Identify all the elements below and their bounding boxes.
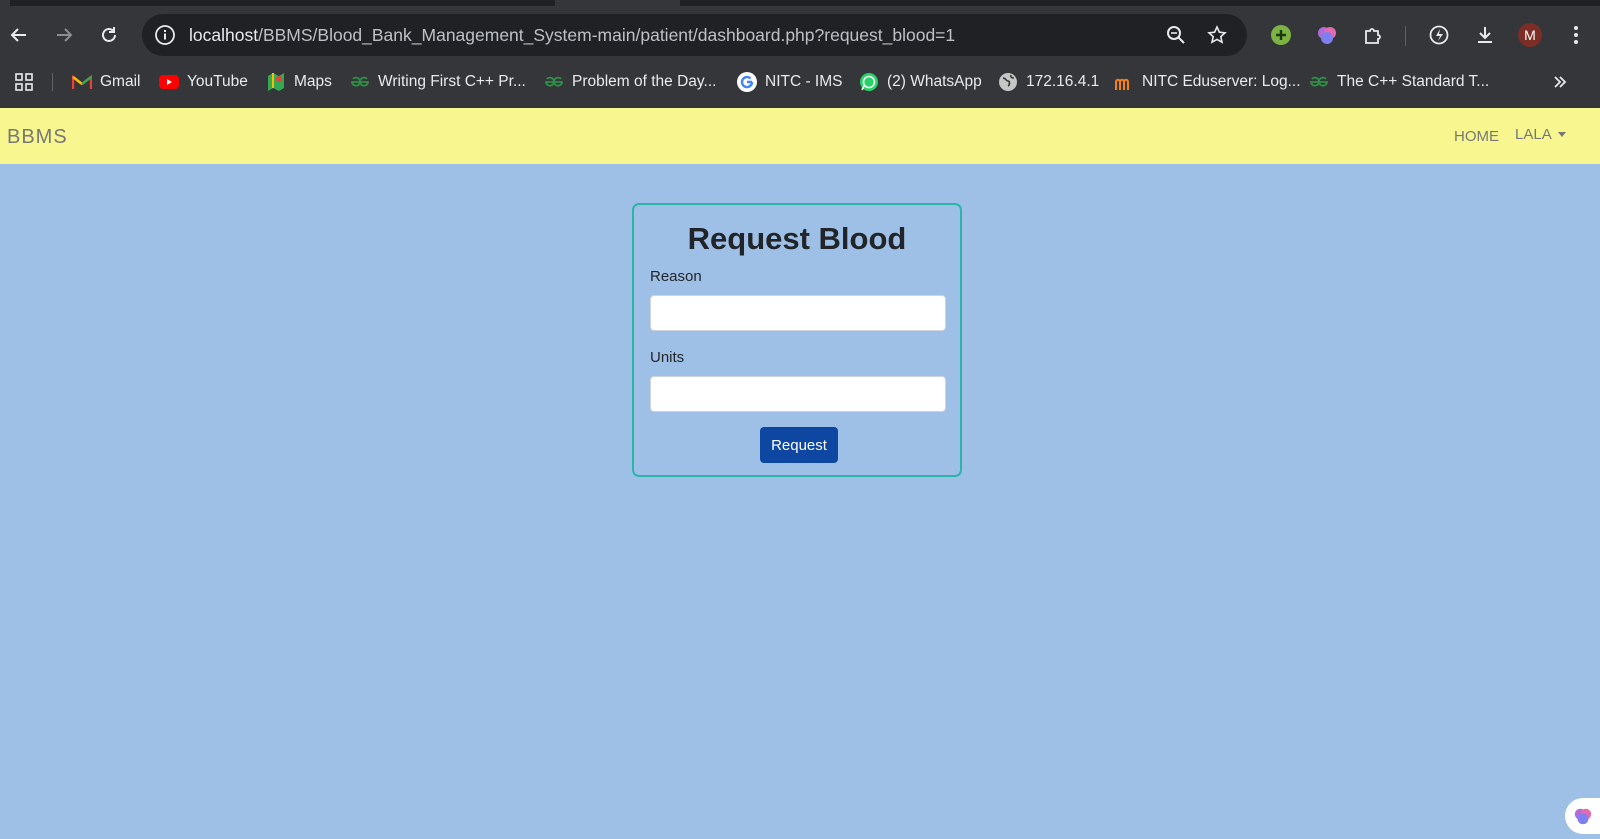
profile-avatar[interactable]: M (1518, 23, 1542, 47)
bookmark-label: The C++ Standard T... (1337, 73, 1490, 90)
address-bar[interactable]: localhost/BBMS/Blood_Bank_Management_Sys… (142, 14, 1247, 56)
request-button[interactable]: Request (760, 427, 838, 463)
bookmark-172-16-4-1[interactable]: 172.16.4.1 (998, 65, 1099, 99)
form-title: Request Blood (687, 221, 907, 256)
whatsapp-icon (859, 72, 879, 92)
zoom-icon[interactable] (1165, 24, 1187, 46)
toolbar-divider (1405, 26, 1406, 46)
gmail-icon (72, 72, 92, 92)
tab-strip (10, 0, 555, 6)
reload-button[interactable] (96, 22, 122, 48)
request-blood-form: Request Blood Reason Units Request (632, 203, 962, 477)
google-icon (737, 72, 757, 92)
reason-label: Reason (650, 268, 702, 285)
double-chevron-right-icon (1550, 72, 1570, 92)
nav-home-link[interactable]: HOME (1454, 128, 1499, 145)
maps-icon (266, 72, 286, 92)
bookmark-label: NITC Eduserver: Log... (1142, 73, 1301, 90)
bookmark-label: NITC - IMS (765, 73, 843, 90)
gfg-icon (1309, 72, 1329, 92)
gfg-icon (350, 72, 370, 92)
extension-add-icon[interactable] (1268, 22, 1294, 48)
extensions-puzzle-icon[interactable] (1360, 22, 1386, 48)
bookmark-star-icon[interactable] (1206, 24, 1228, 46)
bookmark-cpp-standard[interactable]: The C++ Standard T... (1309, 65, 1489, 99)
kebab-menu-icon[interactable] (1563, 22, 1589, 48)
reason-input[interactable] (650, 295, 946, 331)
units-label: Units (650, 349, 685, 366)
url-host: localhost (189, 25, 259, 45)
bookmark-label: YouTube (187, 73, 248, 90)
bookmark-label: Gmail (100, 73, 141, 90)
forward-button[interactable] (51, 22, 77, 48)
gfg-icon (544, 72, 564, 92)
download-icon[interactable] (1472, 22, 1498, 48)
bookmark-nitc-ims[interactable]: NITC - IMS (737, 65, 843, 99)
browser-toolbar: localhost/BBMS/Blood_Bank_Management_Sys… (0, 12, 1600, 58)
floating-assistant-button[interactable] (1565, 798, 1600, 834)
apps-grid-button[interactable] (14, 65, 34, 99)
bookmark-gmail[interactable]: Gmail (72, 65, 140, 99)
bookmarks-divider (52, 73, 53, 91)
arrow-right-icon (57, 28, 73, 42)
bookmark-label: Problem of the Day... (572, 73, 717, 90)
bookmark-maps[interactable]: Maps (266, 65, 332, 99)
user-name: LALA (1515, 126, 1552, 143)
bookmark-label: (2) WhatsApp (887, 73, 982, 90)
bookmark-problem-of-the-day[interactable]: Problem of the Day... (544, 65, 716, 99)
tab-strip (680, 0, 1600, 6)
bookmark-label: Maps (294, 73, 332, 90)
site-info-icon[interactable] (154, 24, 176, 46)
brand-logo[interactable]: BBMS (7, 126, 68, 149)
browser-chrome: localhost/BBMS/Blood_Bank_Management_Sys… (0, 0, 1600, 108)
moodle-icon (1114, 72, 1134, 92)
bookmark-writing-first-cpp[interactable]: Writing First C++ Pr... (350, 65, 526, 99)
bookmark-label: 172.16.4.1 (1026, 73, 1100, 90)
reload-icon (102, 27, 116, 42)
brain-icon (1574, 808, 1592, 825)
caret-down-icon (1557, 132, 1566, 137)
bookmark-whatsapp[interactable]: (2) WhatsApp (859, 65, 982, 99)
site-navbar: BBMS HOME LALA (0, 108, 1600, 164)
bookmark-nitc-eduserver[interactable]: NITC Eduserver: Log... (1114, 65, 1301, 99)
bookmarks-bar: Gmail YouTube Maps Writing First C++ Pr.… (0, 65, 1600, 99)
units-input[interactable] (650, 376, 946, 412)
user-dropdown[interactable]: LALA (1515, 126, 1566, 143)
bookmark-label: Writing First C++ Pr... (378, 73, 526, 90)
url-text[interactable]: localhost/BBMS/Blood_Bank_Management_Sys… (189, 25, 955, 46)
bookmarks-overflow-button[interactable] (1550, 65, 1570, 99)
youtube-icon (159, 72, 179, 92)
back-button[interactable] (6, 22, 32, 48)
url-path: /BBMS/Blood_Bank_Management_System-main/… (258, 25, 956, 45)
arrow-left-icon (10, 28, 26, 42)
performance-icon[interactable] (1426, 22, 1452, 48)
apps-grid-icon (14, 72, 34, 92)
brain-extension-icon[interactable] (1314, 22, 1340, 48)
globe-icon (998, 72, 1018, 92)
bookmark-youtube[interactable]: YouTube (159, 65, 248, 99)
